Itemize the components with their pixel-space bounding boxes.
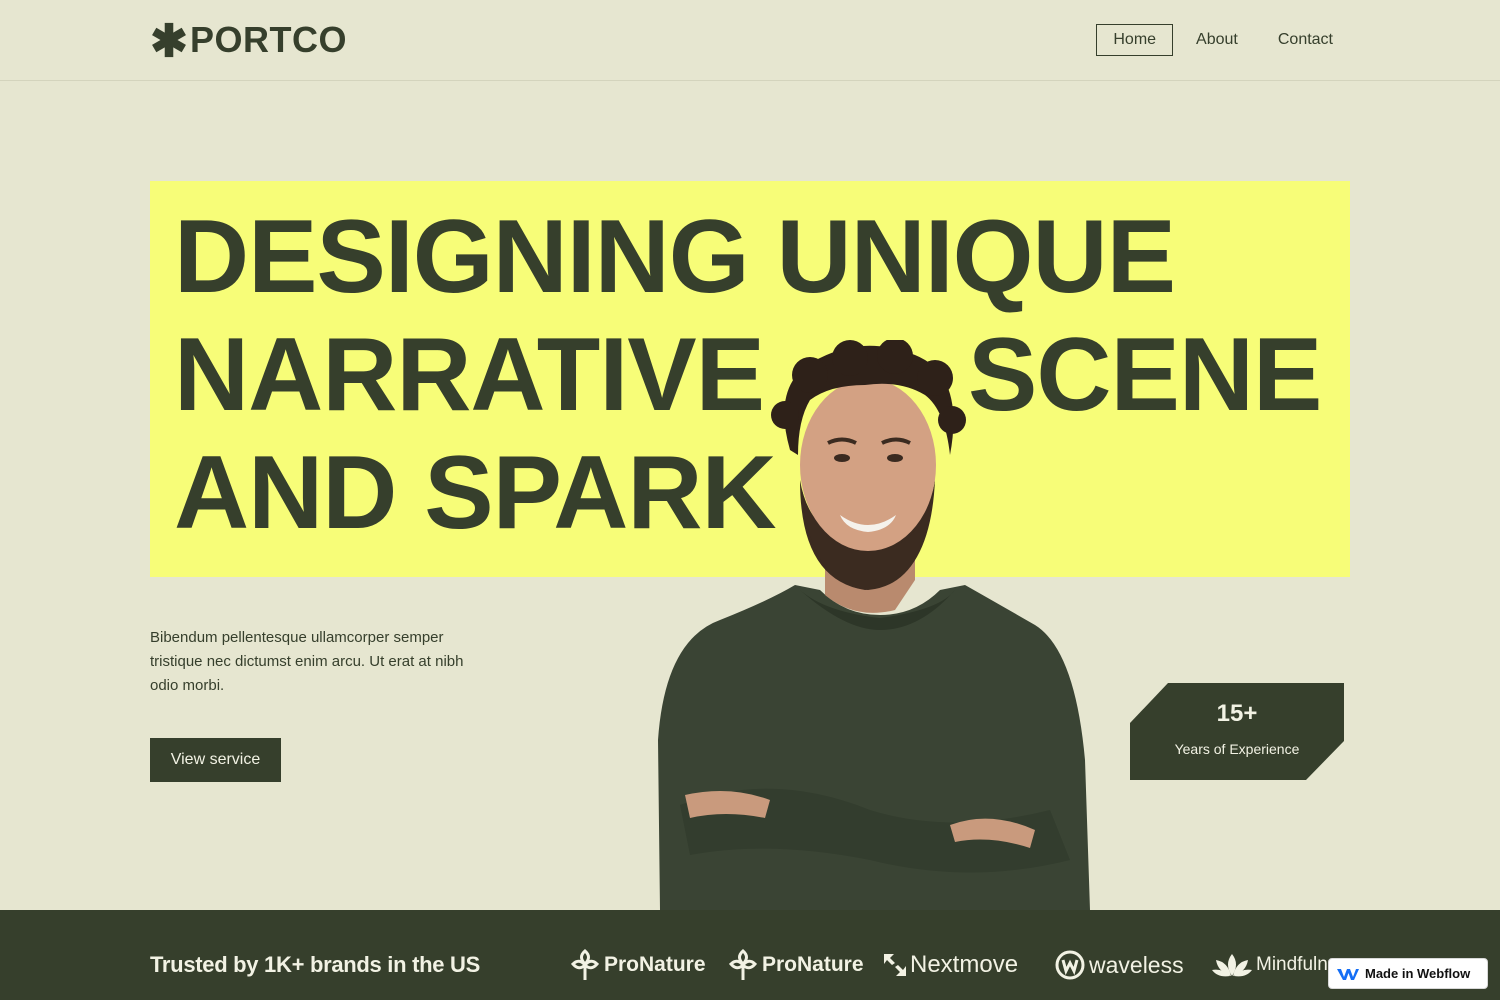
badge-shape-icon [1130,683,1344,780]
headline-line-1: DESIGNING UNIQUE [174,199,1176,315]
nav-contact-link[interactable]: Contact [1261,24,1350,56]
nav-home-link[interactable]: Home [1096,24,1174,56]
lotus-icon [1212,954,1252,977]
brand-logo-pronature: ProNature [570,948,706,982]
brand-logo-pronature-2: ProNature [728,948,864,982]
made-in-webflow-badge[interactable]: Made in Webflow [1328,958,1488,989]
webflow-badge-label: Made in Webflow [1365,966,1471,981]
brand-name: ProNature [604,953,706,976]
brand-name: Nextmove [910,951,1019,978]
experience-value: 15+ [1216,700,1258,727]
leaf-icon [570,949,600,980]
brand-name: waveless [1089,951,1184,978]
trusted-brands-band: Trusted by 1K+ brands in the US ProNatur… [0,910,1500,1000]
logo-text: PORTCO [190,19,348,60]
nav-links: Home About Contact [1096,24,1350,56]
asterisk-logo-icon [152,22,186,58]
arrows-icon [884,954,906,976]
brand-logo-waveless: waveless [1055,948,1184,982]
top-navigation: PORTCO Home About Contact [0,0,1500,81]
view-service-button[interactable]: View service [150,738,281,782]
brand-logo-nextmove: Nextmove [884,948,1018,982]
logo[interactable]: PORTCO [150,18,347,62]
webflow-icon [1337,968,1359,980]
wave-circle-icon [1055,950,1085,980]
hero-intro-text: Bibendum pellentesque ullamcorper semper… [150,629,464,694]
trusted-heading: Trusted by 1K+ brands in the US [150,952,480,977]
leaf-icon [728,949,758,980]
experience-badge: 15+ Years of Experience [1130,683,1344,780]
experience-label: Years of Experience [1174,741,1300,757]
brand-name: ProNature [762,953,864,976]
nav-about-link[interactable]: About [1179,24,1255,56]
portrait-image [658,340,1090,910]
